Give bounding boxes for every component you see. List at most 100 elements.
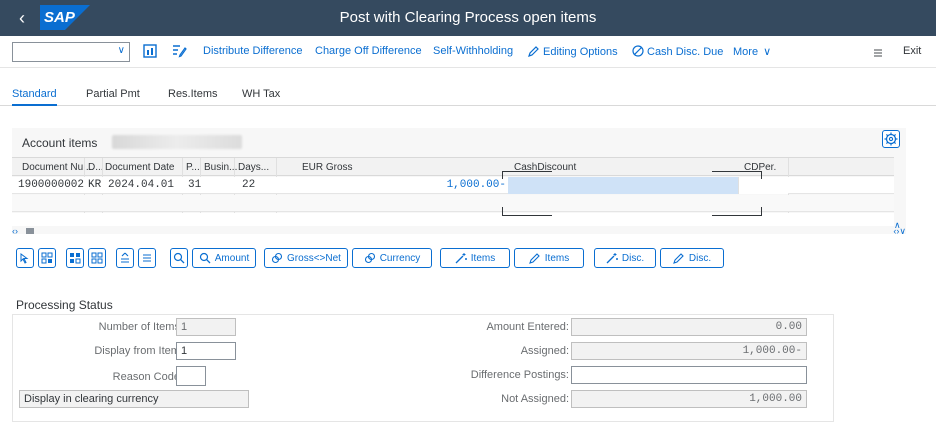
tab-wh-tax[interactable]: WH Tax [242,88,280,100]
amount-label: Amount [214,252,250,264]
display-from-item-label: Display from Item: [94,345,183,357]
edit-disc-label: Disc. [688,252,712,264]
assigned-label: Assigned: [520,345,569,357]
sort-descending-button[interactable] [138,248,156,268]
amount-entered-field: 0.00 [571,318,807,336]
focus-bracket [502,215,552,216]
col-days[interactable]: Days... [238,162,269,173]
account-items-table: Document Nu... D... Document Date P... B… [12,157,894,226]
grid-outline-icon [91,252,103,264]
col-posting-key[interactable]: P... [186,162,200,173]
gross-net-button[interactable]: Gross<>Net [264,248,348,268]
assigned-field: 1,000.00- [571,342,807,360]
cell-document-number: 1900000002 [18,179,85,191]
scroll-up-icon[interactable]: ∧ [894,220,901,231]
magic-wand-icon [606,253,618,264]
cancel-circle-icon [632,45,644,57]
sort-ascending-icon [121,252,129,263]
charge-off-difference-button[interactable]: Charge Off Difference [315,45,422,57]
editing-options-label: Editing Options [543,46,618,58]
chart-icon[interactable] [143,44,159,60]
activate-disc-label: Disc. [621,252,645,264]
scroll-thumb[interactable] [26,228,34,234]
grid-select-icon [41,252,53,264]
exit-button[interactable]: Exit [903,45,921,57]
activate-items-label: Items [470,252,496,264]
focus-bracket [502,171,552,172]
cd-percent-input[interactable] [738,177,788,194]
select-grid-button[interactable] [66,248,84,268]
focus-bracket [502,207,503,215]
deselect-grid-button[interactable] [88,248,106,268]
gear-icon [884,132,898,146]
select-all-button[interactable] [16,248,34,268]
search-amount-button[interactable]: Amount [192,248,256,268]
select-block-button[interactable] [38,248,56,268]
page-title: Post with Clearing Process open items [339,9,597,26]
processing-status-title: Processing Status [16,298,113,312]
display-from-item-input[interactable]: 1 [176,342,236,360]
edit-items-button[interactable]: Items [514,248,584,268]
pencil-icon [528,253,540,264]
table-toolbar: Amount Gross<>Net Currency Items Items D… [0,246,936,270]
cell-days: 22 [242,179,256,191]
edit-document-icon[interactable] [171,44,187,60]
edit-disc-button[interactable]: Disc. [660,248,724,268]
horizontal-scrollbar[interactable]: ‹› ‹›∨ [12,226,906,236]
align-icon[interactable] [872,46,888,62]
search-icon [199,252,211,264]
settings-button[interactable] [882,130,900,148]
difference-postings-input[interactable] [571,366,807,384]
cash-disc-due-button[interactable]: Cash Disc. Due [632,45,723,58]
processing-status-panel: Number of Items: 1 Display from Item: 1 … [12,314,834,422]
activate-items-button[interactable]: Items [440,248,510,268]
activate-disc-button[interactable]: Disc. [594,248,656,268]
pencil-icon [673,253,684,264]
focus-bracket [761,171,762,179]
search-icon [173,252,185,264]
display-clearing-currency-field[interactable]: Display in clearing currency [19,390,249,408]
tab-partial-pmt[interactable]: Partial Pmt [86,88,140,100]
grid-filled-icon [70,253,81,264]
self-withholding-button[interactable]: Self-Withholding [433,45,513,57]
distribute-difference-button[interactable]: Distribute Difference [203,45,302,57]
not-assigned-label: Not Assigned: [501,393,569,405]
sort-ascending-button[interactable] [116,248,134,268]
gross-net-label: Gross<>Net [287,252,341,264]
table-row[interactable]: 1900000002 KR 2024.04.01 31 22 1,000.00- [12,177,894,194]
difference-postings-label: Difference Postings: [470,369,569,381]
cell-posting-key: 31 [188,179,202,191]
pencil-icon [528,46,539,57]
search-button[interactable] [170,248,188,268]
cash-disc-due-label: Cash Disc. Due [647,46,724,58]
more-button[interactable]: More ∨ [733,45,771,58]
cash-discount-input[interactable] [508,177,738,194]
number-of-items-field: 1 [176,318,236,336]
tab-res-items[interactable]: Res.Items [168,88,218,100]
currency-button[interactable]: Currency [352,248,432,268]
not-assigned-field: 1,000.00 [571,390,807,408]
col-document-number[interactable]: Document Nu... [22,162,91,173]
col-document-date[interactable]: Document Date [105,162,174,173]
chevron-down-icon: ∨ [763,46,772,58]
toolbar: ∨ Distribute Difference Charge Off Diffe… [0,36,936,68]
shell-bar: ‹ SAP Post with Clearing Process open it… [0,0,936,36]
tab-standard[interactable]: Standard [12,88,57,106]
focus-bracket [712,215,762,216]
blurred-text [112,135,242,149]
account-items-title: Account items [22,136,98,150]
focus-bracket [761,207,762,215]
col-eur-gross[interactable]: EUR Gross [302,162,353,173]
reason-code-label: Reason Code: [112,371,183,383]
cell-document-date: 2024.04.01 [108,179,175,191]
col-business-area[interactable]: Busin... [204,162,237,173]
editing-options-button[interactable]: Editing Options [528,45,618,58]
focus-bracket [502,171,503,179]
money-icon [364,252,375,264]
scroll-left-icon[interactable]: ‹› [12,226,18,236]
cursor-select-icon [20,253,29,264]
reason-code-input[interactable] [176,366,206,386]
cell-eur-gross: 1,000.00- [446,179,506,191]
cell-document-type: KR [88,179,102,191]
variant-select[interactable]: ∨ [12,42,130,62]
